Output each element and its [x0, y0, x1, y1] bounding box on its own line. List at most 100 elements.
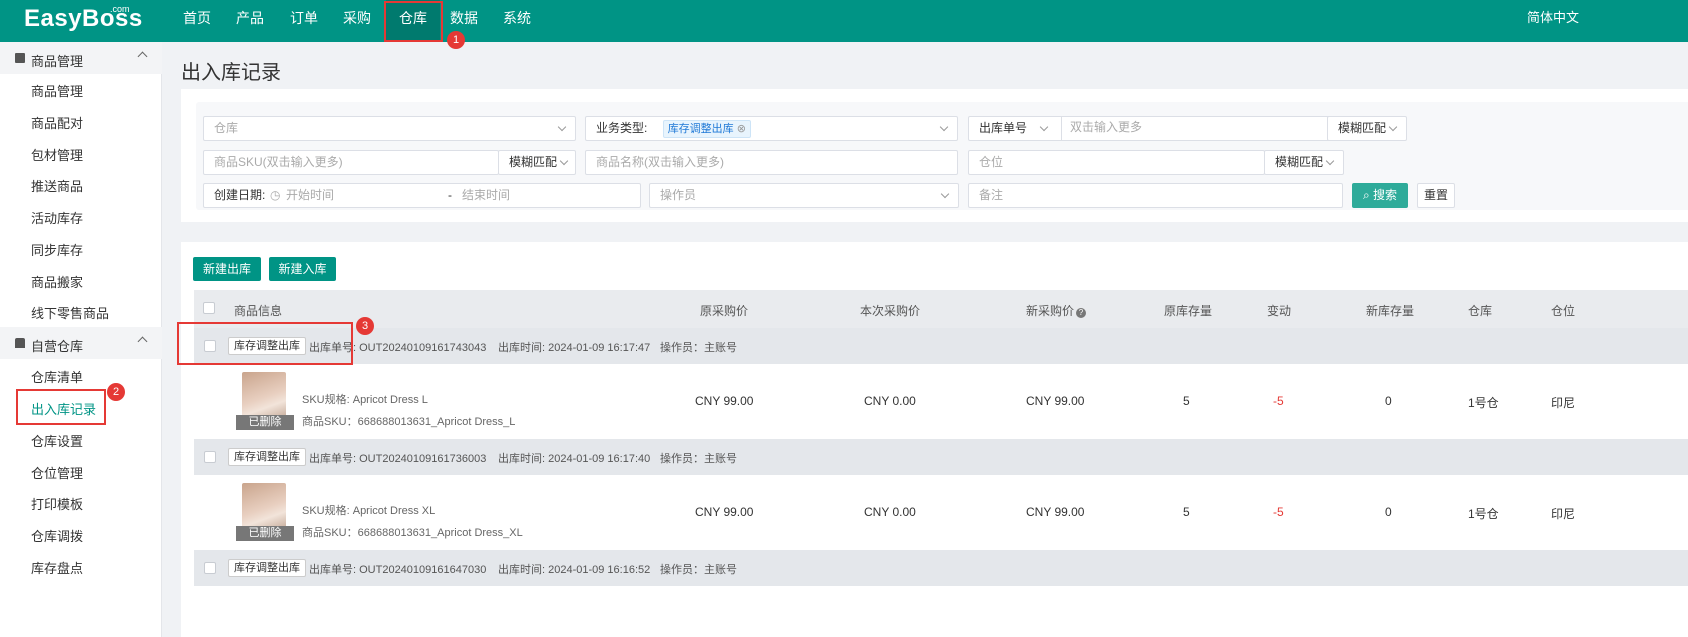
annotation-box-warehouse-nav: [384, 1, 443, 42]
language-switch[interactable]: 简体中文: [0, 0, 1688, 36]
match-mode-label: 模糊匹配: [1338, 121, 1387, 135]
warehouse-select[interactable]: 仓库: [203, 116, 576, 141]
page-title: 出入库记录: [181, 62, 281, 84]
biz-type-label: 业务类型:: [596, 121, 648, 135]
select-all-checkbox[interactable]: [203, 302, 215, 314]
help-icon[interactable]: ?: [1076, 308, 1087, 318]
sidebar-item-offline-retail[interactable]: 线下零售商品: [31, 303, 109, 322]
operator: 操作员：主账号: [660, 453, 737, 465]
search-icon: ⌕: [1362, 188, 1374, 202]
operator: 操作员：主账号: [660, 564, 737, 576]
product-name-input[interactable]: 商品名称(双击输入更多): [585, 150, 958, 175]
new-outbound-button[interactable]: 新建出库: [193, 257, 261, 281]
sidebar-item-location-manage[interactable]: 仓位管理: [31, 463, 83, 482]
chevron-down-icon: [1325, 156, 1335, 166]
col-new-stock: 新库存量: [1366, 304, 1415, 318]
reset-button[interactable]: 重置: [1417, 183, 1455, 208]
col-orig-price: 原采购价: [700, 304, 749, 318]
clock-icon: ◷: [270, 188, 281, 202]
table-row: 已删除 SKU规格: Apricot Dress XL 商品SKU：668688…: [194, 475, 1688, 551]
order-number: 出库单号: OUT20240109161736003: [309, 453, 487, 465]
row-checkbox[interactable]: [204, 451, 216, 463]
search-label: 搜索: [1373, 188, 1398, 202]
sidebar-item-activity-stock[interactable]: 活动库存: [31, 208, 83, 227]
sku-placeholder: 商品SKU(双击输入更多): [214, 155, 343, 169]
col-new-price: 新采购价?: [1026, 302, 1087, 319]
location-match-select[interactable]: 模糊匹配: [1264, 150, 1344, 175]
operator: 操作员：主账号: [660, 342, 737, 354]
order-time: 出库时间: 2024-01-09 16:17:47: [498, 342, 651, 354]
order-no-type[interactable]: 出库单号: [979, 121, 1027, 135]
this-price: CNY 0.00: [864, 394, 916, 408]
deleted-badge: 已删除: [236, 415, 294, 430]
deleted-badge: 已删除: [236, 526, 294, 541]
product-sku: 商品SKU：668688013631_Apricot Dress_XL: [302, 527, 523, 539]
sidebar-item-product-manage[interactable]: 商品管理: [31, 81, 83, 100]
operator-select[interactable]: 操作员: [649, 183, 959, 208]
location-name: 印尼: [1551, 507, 1576, 521]
sidebar-group-label: 自营仓库: [31, 339, 84, 354]
location-input[interactable]: 仓位: [968, 150, 1265, 175]
biz-type-tag[interactable]: 库存调整出库 ⊗: [662, 120, 751, 138]
date-range-picker[interactable]: 创建日期: ◷ 开始时间 - 结束时间: [203, 183, 641, 208]
operator-placeholder: 操作员: [660, 188, 697, 202]
table-header: 商品信息 原采购价 本次采购价 新采购价? 原库存量 变动 新库存量 仓库 仓位: [194, 290, 1688, 328]
product-name-placeholder: 商品名称(双击输入更多): [596, 155, 724, 169]
order-time: 出库时间: 2024-01-09 16:17:40: [498, 453, 651, 465]
order-time: 出库时间: 2024-01-09 16:16:52: [498, 564, 651, 576]
order-number: 出库单号: OUT20240109161647030: [309, 564, 487, 576]
date-separator: -: [448, 188, 452, 202]
col-product-info: 商品信息: [234, 304, 283, 318]
sidebar-group-product[interactable]: 商品管理: [0, 42, 162, 74]
warehouse-name: 1号仓: [1468, 396, 1499, 410]
product-sku: 商品SKU：668688013631_Apricot Dress_L: [302, 416, 516, 428]
sidebar-group-label: 商品管理: [31, 54, 84, 69]
col-orig-stock: 原库存量: [1164, 304, 1213, 318]
biz-type-badge: 库存调整出库: [228, 448, 306, 466]
home-icon: [15, 338, 25, 348]
end-date-placeholder[interactable]: 结束时间: [462, 184, 510, 207]
location-name: 印尼: [1551, 396, 1576, 410]
sidebar-item-sync-stock[interactable]: 同步库存: [31, 240, 83, 259]
sidebar: 商品管理 商品管理 商品配对 包材管理 推送商品 活动库存 同步库存 商品搬家 …: [0, 42, 162, 637]
orig-stock: 5: [1183, 394, 1190, 408]
col-change: 变动: [1267, 304, 1292, 318]
sku-match-select[interactable]: 模糊匹配: [498, 150, 576, 175]
sidebar-item-print-template[interactable]: 打印模板: [31, 494, 83, 513]
start-date-placeholder[interactable]: 开始时间: [286, 184, 334, 207]
search-button[interactable]: ⌕ 搜索: [1352, 183, 1408, 208]
sidebar-group-warehouse[interactable]: 自营仓库: [0, 327, 162, 359]
row-checkbox[interactable]: [204, 562, 216, 574]
sidebar-item-warehouse-transfer[interactable]: 仓库调拨: [31, 526, 83, 545]
biz-type-badge: 库存调整出库: [228, 559, 306, 577]
chevron-down-icon: [557, 122, 567, 132]
remark-input[interactable]: 备注: [968, 183, 1343, 208]
new-stock: 0: [1385, 394, 1392, 408]
table-group-row: 库存调整出库 出库单号: OUT20240109161647030 出库时间: …: [194, 550, 1688, 586]
col-warehouse: 仓库: [1468, 304, 1493, 318]
annotation-badge: 3: [356, 317, 374, 335]
new-price: CNY 99.00: [1026, 394, 1085, 408]
location-placeholder: 仓位: [979, 155, 1004, 169]
sidebar-item-stocktake[interactable]: 库存盘点: [31, 558, 83, 577]
close-icon[interactable]: ⊗: [737, 123, 746, 135]
sidebar-item-warehouse-list[interactable]: 仓库清单: [31, 367, 83, 386]
sidebar-item-push-product[interactable]: 推送商品: [31, 176, 83, 195]
orig-price: CNY 99.00: [695, 505, 754, 519]
location-match-label: 模糊匹配: [1275, 155, 1324, 169]
sku-input[interactable]: 商品SKU(双击输入更多): [203, 150, 499, 175]
biz-type-tag-label: 库存调整出库: [667, 123, 734, 135]
warehouse-placeholder: 仓库: [214, 121, 239, 135]
sidebar-item-warehouse-settings[interactable]: 仓库设置: [31, 431, 83, 450]
sku-spec: SKU规格: Apricot Dress XL: [302, 505, 436, 517]
sidebar-item-packaging[interactable]: 包材管理: [31, 145, 83, 164]
order-no-match-select[interactable]: 模糊匹配: [1327, 116, 1407, 141]
sidebar-item-product-move[interactable]: 商品搬家: [31, 272, 83, 291]
new-inbound-button[interactable]: 新建入库: [269, 257, 336, 281]
sidebar-item-product-pair[interactable]: 商品配对: [31, 113, 83, 132]
date-label: 创建日期:: [214, 188, 266, 202]
col-this-price: 本次采购价: [860, 304, 921, 318]
chevron-down-icon: [940, 189, 950, 199]
chevron-down-icon: [1039, 122, 1049, 132]
biz-type-select[interactable]: 业务类型: 库存调整出库 ⊗: [585, 116, 958, 141]
